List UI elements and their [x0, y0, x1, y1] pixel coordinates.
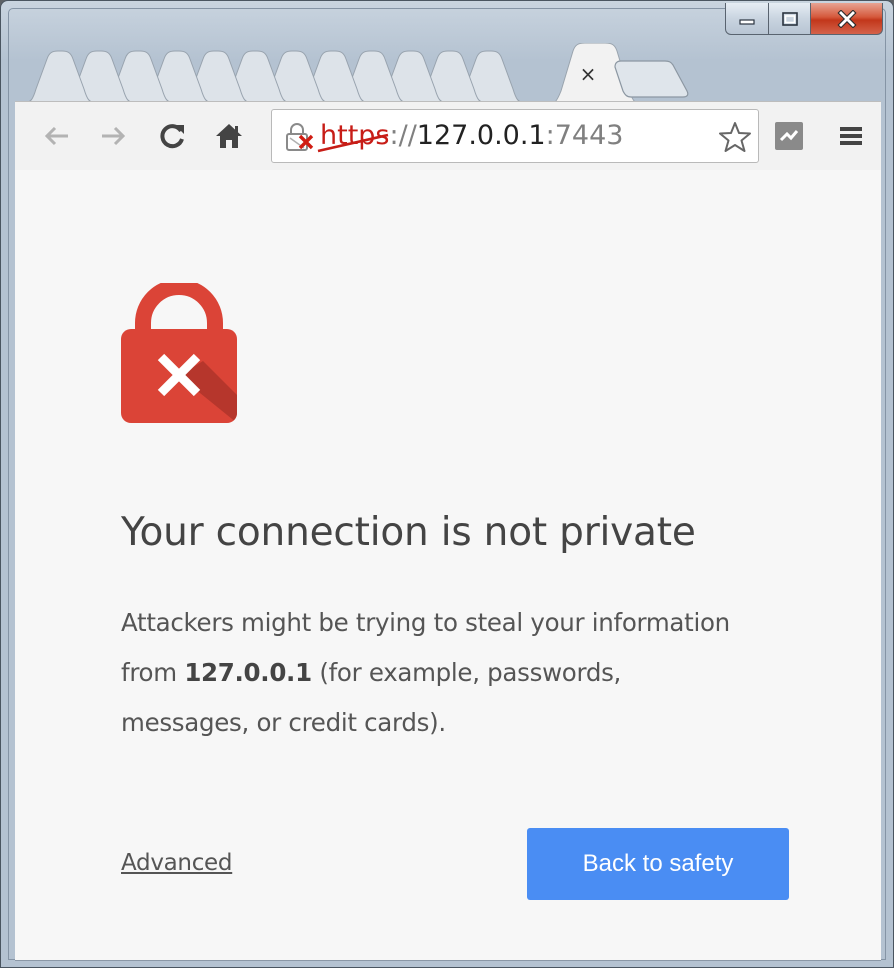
url-port: :7443: [545, 120, 624, 151]
new-tab-button[interactable]: [613, 59, 691, 99]
broken-lock-icon[interactable]: [284, 122, 320, 152]
back-to-safety-button[interactable]: Back to safety: [527, 828, 789, 900]
browser-toolbar: https://127.0.0.1:7443: [15, 101, 881, 171]
url-separator: ://: [389, 120, 417, 151]
scheme-strikethrough: [317, 133, 389, 153]
close-icon: [836, 9, 857, 28]
minimize-button[interactable]: [725, 3, 769, 35]
url-scheme: https: [317, 120, 390, 153]
forward-button[interactable]: [95, 117, 131, 155]
maximize-icon: [781, 11, 798, 26]
browser-window: × https://127.0.0.1:7443 Your connectio…: [0, 0, 894, 968]
star-icon[interactable]: [718, 120, 752, 154]
maximize-button[interactable]: [769, 3, 811, 35]
message-host: 127.0.0.1: [184, 658, 312, 687]
url-host: 127.0.0.1: [416, 120, 546, 151]
address-bar[interactable]: https://127.0.0.1:7443: [271, 109, 759, 163]
extension-button[interactable]: [771, 117, 807, 155]
background-tabs: [22, 50, 527, 103]
interstitial-page: Your connection is not private Attackers…: [15, 170, 881, 961]
tab-strip: ×: [15, 39, 881, 105]
minimize-icon: [739, 18, 755, 25]
menu-button[interactable]: [833, 117, 869, 155]
caption-buttons: [725, 3, 883, 37]
reload-button[interactable]: [155, 117, 191, 155]
page-heading: Your connection is not private: [121, 510, 696, 555]
warning-message: Attackers might be trying to steal your …: [121, 598, 741, 748]
red-lock-x-icon: [121, 283, 237, 423]
close-window-button[interactable]: [811, 3, 883, 35]
forward-arrow-icon: [102, 126, 126, 146]
back-arrow-icon: [44, 126, 68, 146]
home-icon: [216, 124, 242, 148]
back-button[interactable]: [39, 117, 75, 155]
tab-close-button[interactable]: ×: [577, 62, 599, 86]
reload-icon: [160, 124, 184, 149]
hamburger-menu-icon: [840, 127, 862, 145]
advanced-link[interactable]: Advanced: [121, 850, 233, 876]
url-text: https://127.0.0.1:7443: [317, 110, 624, 162]
extension-icon: [775, 122, 803, 150]
home-button[interactable]: [211, 117, 247, 155]
